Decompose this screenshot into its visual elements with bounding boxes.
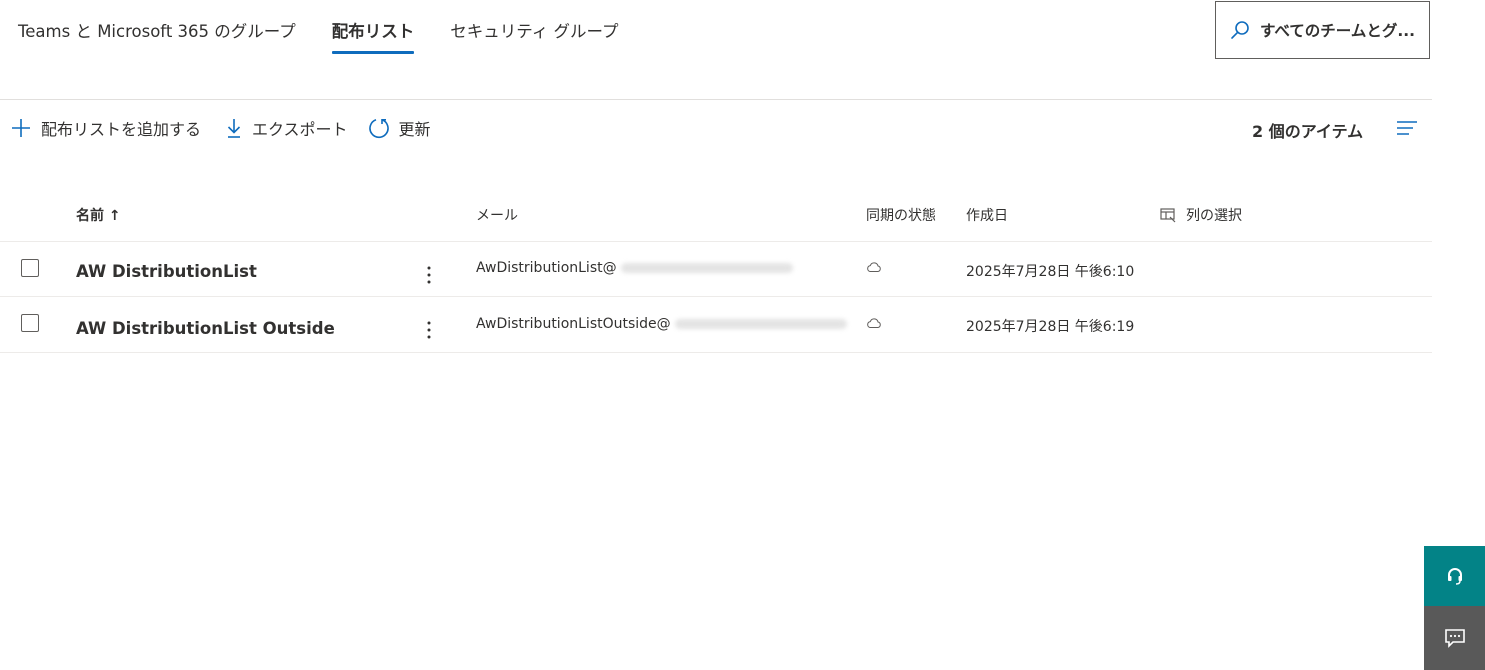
row-email: AwDistributionList@ <box>476 260 793 276</box>
command-bar: 配布リストを追加する エクスポート 更新 <box>10 115 451 141</box>
export-button[interactable]: エクスポート <box>225 116 348 140</box>
choose-columns-label: 列の選択 <box>1186 208 1242 224</box>
row-created-date: 2025年7月28日 午後6:10 <box>966 264 1135 280</box>
headset-icon <box>1447 568 1462 585</box>
search-icon <box>1231 21 1249 39</box>
tab-bar: Teams と Microsoft 365 のグループ 配布リスト セキュリティ… <box>18 18 655 54</box>
row-email: AwDistributionListOutside@ <box>476 316 847 332</box>
tab-distribution-lists[interactable]: 配布リスト <box>331 18 414 54</box>
search-input[interactable] <box>1260 21 1430 39</box>
tab-security-groups[interactable]: セキュリティ グループ <box>450 18 618 54</box>
table-row[interactable]: AW DistributionList Outside AwDistributi… <box>0 296 1432 353</box>
table-row[interactable]: AW DistributionList AwDistributionList@ … <box>0 241 1432 297</box>
column-header-email[interactable]: メール <box>476 205 518 225</box>
refresh-button-label: 更新 <box>398 120 431 139</box>
refresh-icon <box>368 118 389 139</box>
cloud-icon <box>867 262 881 272</box>
row-name-link[interactable]: AW DistributionList Outside <box>76 319 335 338</box>
row-created-date: 2025年7月28日 午後6:19 <box>966 319 1135 335</box>
add-distribution-list-button[interactable]: 配布リストを追加する <box>10 116 201 140</box>
choose-columns-button[interactable]: 列の選択 <box>1160 205 1242 225</box>
item-count: 2 個のアイテム <box>1252 122 1364 141</box>
filter-icon[interactable] <box>1397 120 1417 136</box>
column-header-name[interactable]: 名前 ↑ <box>76 205 121 225</box>
search-box[interactable] <box>1215 1 1430 59</box>
tab-teams-groups[interactable]: Teams と Microsoft 365 のグループ <box>18 18 296 54</box>
help-button[interactable] <box>1424 546 1485 606</box>
row-checkbox[interactable] <box>21 259 39 277</box>
plus-icon <box>12 119 30 137</box>
feedback-icon <box>1444 629 1465 648</box>
row-checkbox[interactable] <box>21 314 39 332</box>
download-icon <box>227 119 241 138</box>
column-header-created[interactable]: 作成日 <box>966 205 1008 225</box>
refresh-button[interactable]: 更新 <box>368 116 431 140</box>
redacted-domain <box>674 319 847 329</box>
header-divider <box>0 99 1432 100</box>
add-button-label: 配布リストを追加する <box>41 120 202 139</box>
email-text: AwDistributionList@ <box>476 260 617 276</box>
feedback-button[interactable] <box>1424 606 1485 670</box>
more-options-icon[interactable] <box>420 318 438 342</box>
column-header-sync-status[interactable]: 同期の状態 <box>866 205 936 225</box>
redacted-domain <box>620 263 793 273</box>
more-options-icon[interactable] <box>420 263 438 287</box>
row-name-link[interactable]: AW DistributionList <box>76 262 257 281</box>
email-text: AwDistributionListOutside@ <box>476 316 671 332</box>
cloud-icon <box>867 318 881 328</box>
export-button-label: エクスポート <box>252 120 348 139</box>
column-options-icon <box>1160 207 1176 222</box>
